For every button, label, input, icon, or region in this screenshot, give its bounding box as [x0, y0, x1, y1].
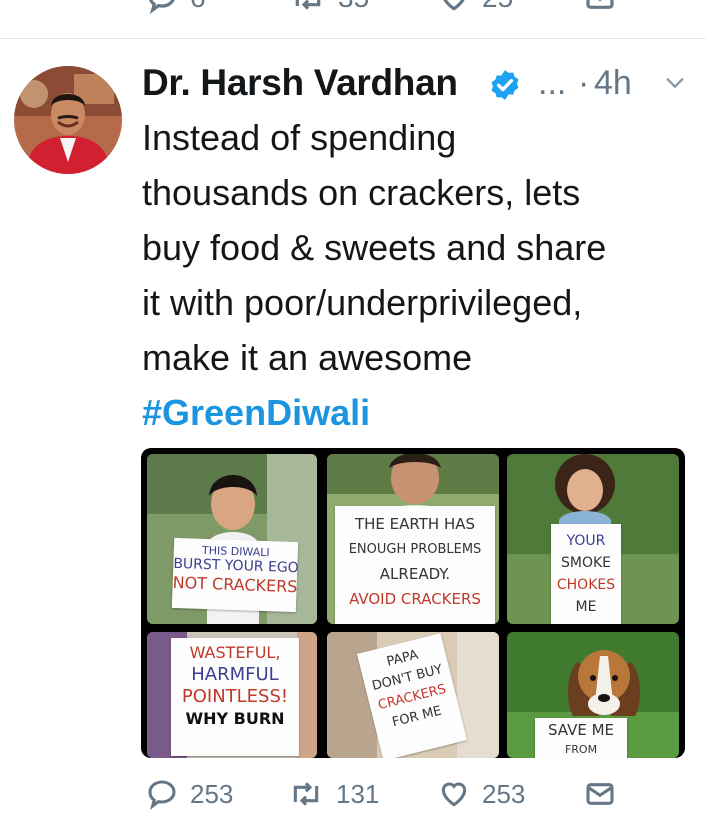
prev-like-count: 25	[482, 0, 513, 14]
retweet-icon	[293, 782, 319, 806]
tweet-text-line: make it an awesome	[142, 337, 473, 378]
prev-like-button[interactable]: 25	[438, 0, 513, 14]
retweet-button[interactable]: 131	[288, 778, 379, 810]
tweet-text-line: it with poor/underprivileged,	[142, 282, 583, 323]
sign-text: NOT CRACKERS	[172, 572, 298, 597]
tweet-divider	[0, 38, 706, 39]
protest-sign: SAVE ME FROM	[535, 718, 627, 758]
sign-text: ALREADY.	[379, 565, 451, 583]
chevron-down-icon[interactable]	[664, 72, 686, 94]
media-photo-1[interactable]: THIS DIWALI BURST YOUR EGO NOT CRACKERS	[147, 454, 317, 624]
media-photo-2[interactable]: THE EARTH HAS ENOUGH PROBLEMS ALREADY. A…	[327, 454, 499, 624]
like-button[interactable]: 253	[438, 778, 525, 810]
sign-text: WHY BURN	[185, 709, 285, 728]
tweet-text-line: buy food & sweets and share	[142, 227, 607, 268]
media-photo-3[interactable]: YOUR SMOKE CHOKES ME	[507, 454, 679, 624]
media-photo-4[interactable]: WASTEFUL, HARMFUL POINTLESS! WHY BURN	[147, 632, 317, 758]
prev-dm-button[interactable]	[584, 0, 616, 14]
hashtag-link[interactable]: #GreenDiwali	[142, 385, 698, 440]
media-photo-5[interactable]: PAPA DON'T BUY CRACKERS FOR ME	[327, 632, 499, 758]
tweet-text-line: Instead of spending	[142, 117, 457, 158]
header-separator: ·	[578, 64, 590, 102]
sign-text: ME	[575, 599, 597, 615]
protest-sign: YOUR SMOKE CHOKES ME	[551, 524, 621, 624]
sign-text: FROM	[564, 743, 598, 756]
verified-badge-icon	[491, 70, 519, 100]
reply-count: 253	[190, 778, 234, 809]
sign-text: POINTLESS!	[181, 686, 289, 707]
retweet-count: 131	[336, 778, 380, 809]
prev-retweet-count: 35	[338, 0, 369, 14]
sign-text: SAVE ME	[547, 721, 615, 739]
direct-message-button[interactable]	[584, 778, 616, 810]
protest-sign: WASTEFUL, HARMFUL POINTLESS! WHY BURN	[171, 638, 299, 756]
tweet-timestamp[interactable]: 4h	[594, 64, 632, 103]
tweet-actions: 253 131 253	[0, 770, 706, 828]
prev-reply-count: 6	[190, 0, 206, 14]
tweet-timeline: 6 35 25 Dr. Harsh Vardhan	[0, 0, 706, 828]
avatar[interactable]	[14, 66, 122, 174]
media-photo-6[interactable]: SAVE ME FROM	[507, 632, 679, 758]
sign-text: ENOUGH PROBLEMS	[348, 542, 482, 557]
protest-sign: THE EARTH HAS ENOUGH PROBLEMS ALREADY. A…	[335, 506, 495, 624]
sign-text: YOUR	[566, 533, 606, 549]
sign-text: WASTEFUL,	[189, 643, 281, 662]
reply-icon	[149, 0, 175, 14]
tweet-media[interactable]: THIS DIWALI BURST YOUR EGO NOT CRACKERS …	[141, 448, 685, 758]
protest-sign: THIS DIWALI BURST YOUR EGO NOT CRACKERS	[171, 537, 299, 613]
sign-text: CHOKES	[556, 577, 616, 593]
envelope-icon	[586, 0, 614, 9]
like-count: 253	[482, 778, 526, 809]
tweet-text-line: thousands on crackers, lets	[142, 172, 581, 213]
author-handle[interactable]: ...	[538, 64, 566, 103]
reply-icon	[148, 780, 176, 810]
heart-icon	[441, 782, 467, 807]
sign-text: AVOID CRACKERS	[349, 590, 481, 608]
tweet-text: Instead of spending thousands on cracker…	[142, 110, 698, 440]
prev-retweet-button[interactable]: 35	[290, 0, 369, 14]
reply-button[interactable]: 253	[146, 778, 233, 810]
sign-text: THE EARTH HAS	[354, 515, 476, 533]
profile-photo	[14, 66, 122, 174]
previous-tweet-actions: 6 35 25	[0, 0, 706, 38]
sign-text: SMOKE	[560, 555, 611, 571]
envelope-icon	[586, 783, 614, 805]
tweet-header: Dr. Harsh Vardhan ... · 4h	[142, 58, 702, 108]
heart-icon	[443, 0, 465, 11]
retweet-icon	[295, 0, 321, 10]
prev-reply-button[interactable]: 6	[146, 0, 206, 14]
sign-text: HARMFUL	[191, 664, 279, 685]
author-name[interactable]: Dr. Harsh Vardhan	[142, 62, 458, 104]
